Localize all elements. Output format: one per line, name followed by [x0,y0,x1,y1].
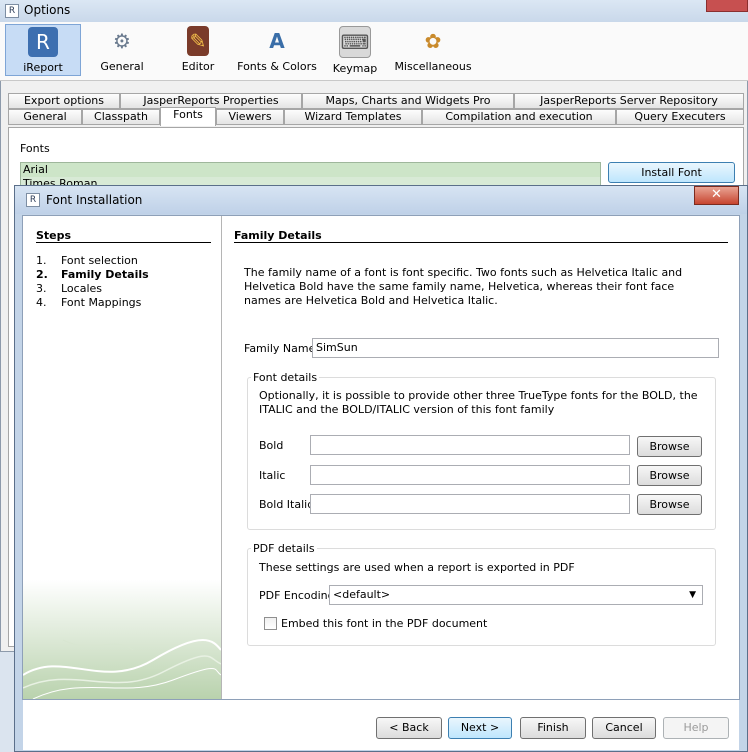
family-details-title: Family Details [234,229,322,242]
toolbar-ireport[interactable]: R iReport [5,24,81,76]
embed-font-label: Embed this font in the PDF document [281,617,488,630]
install-font-button[interactable]: Install Font [608,162,735,183]
options-toolbar: R iReport ⚙ General ✎ Editor A Fonts & C… [0,22,748,81]
steps-title: Steps [36,229,72,242]
dialog-titlebar: R Font Installation [15,186,747,214]
tab-fonts[interactable]: Fonts [160,107,216,126]
list-item[interactable]: Arial [21,163,600,177]
bold-font-input[interactable] [310,435,630,455]
toolbar-general[interactable]: ⚙ General [86,24,158,76]
bold-browse-button[interactable]: Browse [637,436,702,457]
step-font-selection: 1. Font selection [36,254,138,267]
step-font-mappings: 4. Font Mappings [36,296,142,309]
ireport-app-icon: R [5,4,19,18]
family-name-input[interactable]: SimSun [312,338,719,358]
tab-viewers[interactable]: Viewers [216,109,284,125]
gears-icon: ⚙ [113,29,131,53]
help-button[interactable]: Help [663,717,729,739]
tab-query-executers[interactable]: Query Executers [616,109,744,125]
bold-italic-browse-button[interactable]: Browse [637,494,702,515]
bold-label: Bold [259,439,284,452]
font-details-description: Optionally, it is possible to provide ot… [259,389,698,416]
pdf-details-legend: PDF details [251,542,317,555]
bold-italic-font-input[interactable] [310,494,630,514]
details-divider [234,242,728,243]
misc-icon: ✿ [424,29,442,53]
toolbar-editor[interactable]: ✎ Editor [166,24,230,76]
tab-jasperreports-server-repository[interactable]: JasperReports Server Repository [514,93,744,109]
toolbar-keymap[interactable]: ⌨ Keymap [326,24,384,76]
bold-italic-label: Bold Italic [259,498,314,511]
dialog-close-button[interactable]: ✕ [694,186,739,205]
tab-export-options[interactable]: Export options [8,93,120,109]
options-tabs-row1: Export options JasperReports Properties … [8,93,744,109]
tab-classpath[interactable]: Classpath [82,109,160,125]
step-locales: 3. Locales [36,282,103,295]
tab-general[interactable]: General [8,109,82,125]
fonts-colors-icon: A [269,29,285,53]
ireport-app-icon: R [26,193,40,207]
next-button[interactable]: Next > [448,717,512,739]
tab-compilation-execution[interactable]: Compilation and execution [422,109,616,125]
embed-font-checkbox[interactable] [264,617,277,630]
fonts-label: Fonts [20,142,50,155]
pdf-encoding-select[interactable]: <default> ▼ [329,585,703,605]
book-pencil-icon: ✎ [187,26,209,56]
dialog-title: Font Installation [46,193,143,207]
toolbar-fonts-colors[interactable]: A Fonts & Colors [237,24,317,76]
tab-maps-charts-widgets[interactable]: Maps, Charts and Widgets Pro [302,93,514,109]
toolbar-miscellaneous[interactable]: ✿ Miscellaneous [394,24,472,76]
italic-browse-button[interactable]: Browse [637,465,702,486]
ireport-icon: R [28,27,58,57]
steps-divider [36,242,211,243]
font-details-legend: Font details [251,371,320,384]
cancel-button[interactable]: Cancel [592,717,656,739]
tab-wizard-templates[interactable]: Wizard Templates [284,109,422,125]
wizard-decoration-image [23,580,221,699]
italic-label: Italic [259,469,286,482]
keyboard-icon: ⌨ [339,26,371,58]
options-title: Options [24,3,71,17]
options-close-button[interactable] [706,0,748,12]
options-tabs-row2: General Classpath Fonts Viewers Wizard T… [8,107,744,126]
pdf-encoding-label: PDF Encoding [259,589,335,602]
step-family-details: 2. Family Details [36,268,149,281]
finish-button[interactable]: Finish [520,717,586,739]
options-titlebar: R Options [0,0,748,22]
family-details-description: The family name of a font is font specif… [244,266,683,307]
fonts-list[interactable]: Arial Times Roman [20,162,601,186]
pdf-encoding-value: <default> [333,588,391,601]
back-button[interactable]: < Back [376,717,442,739]
chevron-down-icon: ▼ [689,590,696,600]
pdf-details-description: These settings are used when a report is… [259,561,575,574]
family-name-label: Family Name [244,342,316,355]
italic-font-input[interactable] [310,465,630,485]
